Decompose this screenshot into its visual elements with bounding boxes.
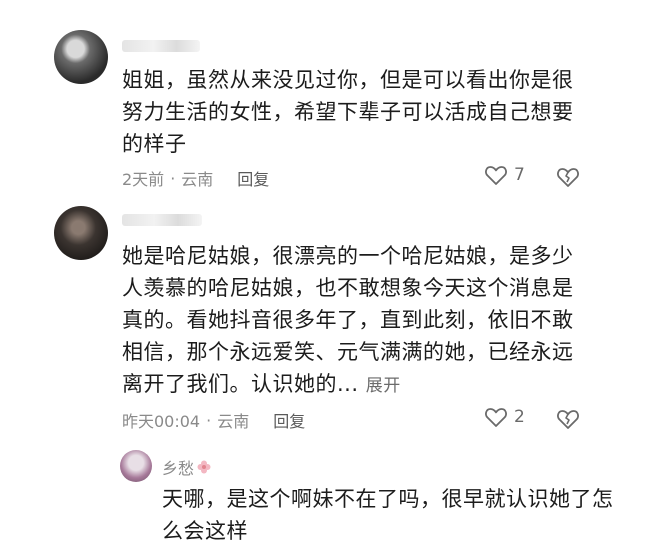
reply-text: 天哪，是这个啊妹不在了吗，很早就认识她了怎么会这样 — [162, 487, 614, 543]
comment-location: 云南 — [217, 412, 250, 431]
reply-button[interactable]: 回复 — [237, 166, 269, 190]
comment-location: 云南 — [181, 170, 214, 189]
dislike-button[interactable] — [556, 408, 580, 434]
separator-dot: · — [170, 168, 176, 188]
avatar[interactable] — [54, 206, 108, 260]
like-count: 2 — [514, 407, 525, 427]
flower-icon — [197, 460, 211, 474]
comment-time: 昨天00:04 — [122, 412, 201, 431]
separator-dot: · — [206, 410, 212, 430]
heart-outline-icon — [485, 166, 507, 185]
blurred-username[interactable] — [122, 214, 202, 226]
reply-button[interactable]: 回复 — [273, 408, 305, 432]
comment-text: 姐姐，虽然从来没见过你，但是可以看出你是很努力生活的女性，希望下辈子可以活成自己… — [122, 68, 574, 156]
like-button[interactable]: 2 — [484, 406, 525, 428]
comment-meta: 2天前 · 云南 回复 — [122, 166, 269, 190]
comment-text-body: 她是哈尼姑娘，很漂亮的一个哈尼姑娘，是多少人羡慕的哈尼姑娘，也不敢想象今天这个消… — [122, 244, 574, 396]
avatar[interactable] — [54, 30, 108, 84]
comment-meta: 昨天00:04 · 云南 回复 — [122, 408, 305, 432]
reply-username-row: 乡愁 — [162, 455, 212, 479]
like-count: 7 — [514, 165, 525, 185]
reply-username[interactable]: 乡愁 — [162, 455, 194, 479]
like-button[interactable]: 7 — [484, 164, 525, 186]
comment-time: 2天前 — [122, 170, 165, 189]
broken-heart-icon — [557, 410, 579, 429]
blurred-username[interactable] — [122, 40, 200, 52]
expand-link[interactable]: 展开 — [366, 376, 401, 396]
heart-outline-icon — [485, 408, 507, 427]
broken-heart-icon — [557, 168, 579, 187]
dislike-button[interactable] — [556, 166, 580, 192]
avatar[interactable] — [120, 450, 152, 482]
comment-text: 她是哈尼姑娘，很漂亮的一个哈尼姑娘，是多少人羡慕的哈尼姑娘，也不敢想象今天这个消… — [122, 240, 592, 402]
